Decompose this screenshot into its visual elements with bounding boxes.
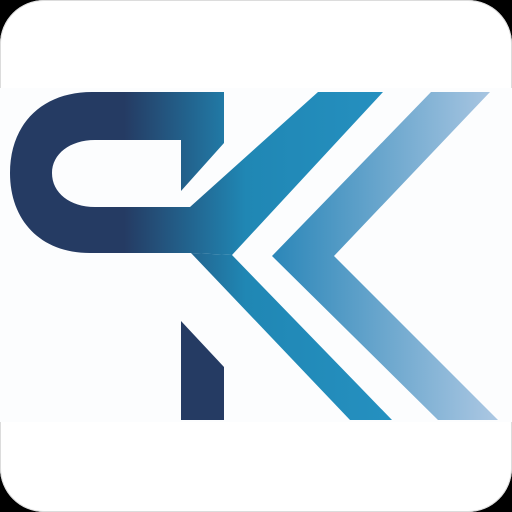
app-icon-tile[interactable] bbox=[0, 0, 512, 512]
pk-monogram-logo-icon bbox=[0, 88, 512, 422]
